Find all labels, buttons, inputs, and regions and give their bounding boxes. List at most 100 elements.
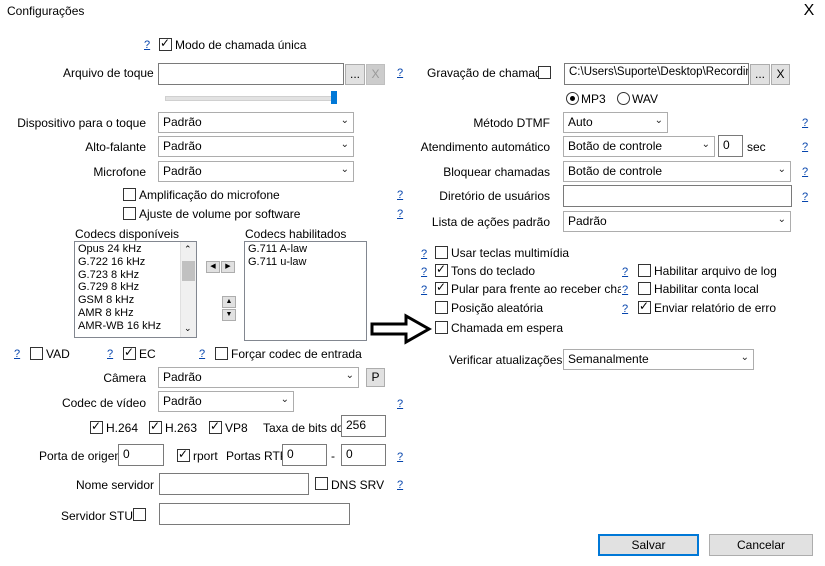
ec-label: EC: [139, 347, 156, 361]
list-item[interactable]: G.711 A-law: [248, 243, 363, 256]
auto-answer-select[interactable]: Botão de controle ⌄: [563, 136, 715, 157]
speaker-select[interactable]: Padrão ⌄: [158, 136, 354, 157]
rport-label: rport: [193, 449, 218, 463]
help-link[interactable]: ?: [802, 166, 808, 178]
check-updates-select[interactable]: Semanalmente ⌄: [563, 349, 754, 370]
server-name-input[interactable]: [159, 473, 309, 495]
recording-browse-button[interactable]: ...: [750, 64, 770, 85]
help-link[interactable]: ?: [199, 348, 205, 360]
list-item[interactable]: GSM 8 kHz: [78, 294, 193, 307]
call-waiting-checkbox[interactable]: [435, 321, 448, 334]
cancel-button[interactable]: Cancelar: [709, 534, 813, 556]
list-item[interactable]: Opus 24 kHz: [78, 243, 193, 256]
chevron-down-icon[interactable]: ⌄: [184, 322, 192, 335]
camera-label: Câmera: [103, 371, 146, 385]
keypad-tones-label: Tons do teclado: [451, 264, 536, 278]
help-link[interactable]: ?: [397, 398, 403, 410]
force-codec-checkbox[interactable]: [215, 347, 228, 360]
help-link[interactable]: ?: [421, 266, 427, 278]
playback-device-select[interactable]: Padrão ⌄: [158, 112, 354, 133]
slider-thumb[interactable]: [331, 91, 337, 104]
video-codec-select[interactable]: Padrão ⌄: [158, 391, 294, 412]
list-item[interactable]: G.711 u-law: [248, 256, 363, 269]
user-directory-input[interactable]: [563, 185, 792, 207]
bitrate-input[interactable]: 256: [341, 415, 386, 437]
enable-local-account-checkbox[interactable]: [638, 282, 651, 295]
recording-clear-button[interactable]: X: [771, 64, 790, 85]
list-item[interactable]: G.722 16 kHz: [78, 256, 193, 269]
ringtone-input[interactable]: [158, 63, 344, 85]
close-button[interactable]: X: [798, 2, 820, 20]
random-position-label: Posição aleatória: [451, 301, 544, 315]
recording-checkbox[interactable]: [538, 66, 551, 79]
move-left-button[interactable]: ◀: [206, 261, 220, 273]
help-link[interactable]: ?: [397, 208, 403, 220]
software-volume-checkbox[interactable]: [123, 207, 136, 220]
send-error-report-checkbox[interactable]: [638, 299, 651, 314]
help-link[interactable]: ?: [802, 117, 808, 129]
stun-server-input[interactable]: [159, 503, 350, 525]
mp3-radio[interactable]: [566, 92, 579, 105]
skip-on-answer-checkbox[interactable]: [435, 280, 448, 295]
move-right-button[interactable]: ▶: [221, 261, 235, 273]
help-link[interactable]: ?: [397, 67, 403, 79]
list-item[interactable]: G.729 8 kHz: [78, 281, 193, 294]
chevron-up-icon[interactable]: ⌃: [184, 243, 192, 256]
codecs-available-list[interactable]: Opus 24 kHz G.722 16 kHz G.723 8 kHz G.7…: [74, 241, 197, 338]
codecs-available-label: Codecs disponíveis: [75, 227, 180, 241]
help-link[interactable]: ?: [397, 189, 403, 201]
ringtone-volume-slider[interactable]: [165, 96, 337, 101]
mic-amplification-checkbox[interactable]: [123, 188, 136, 201]
block-calls-select[interactable]: Botão de controle ⌄: [563, 161, 791, 182]
help-link[interactable]: ?: [144, 39, 150, 51]
source-port-input[interactable]: 0: [118, 444, 164, 466]
dtmf-select[interactable]: Auto ⌄: [563, 112, 668, 133]
h263-checkbox[interactable]: [149, 419, 162, 434]
help-link[interactable]: ?: [622, 266, 628, 278]
enable-log-checkbox[interactable]: [638, 264, 651, 277]
vad-checkbox[interactable]: [30, 347, 43, 360]
scrollbar-thumb[interactable]: [182, 261, 195, 281]
wav-label: WAV: [632, 92, 658, 106]
stun-server-checkbox[interactable]: [133, 508, 146, 521]
ringtone-browse-button[interactable]: ...: [345, 64, 365, 85]
help-link[interactable]: ?: [622, 284, 628, 296]
default-actions-select[interactable]: Padrão ⌄: [563, 211, 791, 232]
rport-checkbox[interactable]: [177, 447, 190, 462]
help-link[interactable]: ?: [421, 284, 427, 296]
auto-answer-seconds-input[interactable]: 0: [718, 135, 743, 157]
help-link[interactable]: ?: [397, 451, 403, 463]
multimedia-keys-checkbox[interactable]: [435, 246, 448, 259]
help-link[interactable]: ?: [802, 141, 808, 153]
help-link[interactable]: ?: [421, 248, 427, 260]
list-item[interactable]: AMR 8 kHz: [78, 307, 193, 320]
vp8-checkbox[interactable]: [209, 419, 222, 434]
rtp-port-to-input[interactable]: 0: [341, 444, 386, 466]
list-item[interactable]: G.723 8 kHz: [78, 269, 193, 282]
ringtone-clear-button[interactable]: X: [366, 64, 385, 85]
help-link[interactable]: ?: [622, 303, 628, 315]
codecs-enabled-list[interactable]: G.711 A-law G.711 u-law: [244, 241, 367, 341]
move-up-button[interactable]: ▲: [222, 296, 236, 308]
recording-path-input[interactable]: C:\Users\Suporte\Desktop\Recording: [564, 63, 749, 85]
help-link[interactable]: ?: [14, 348, 20, 360]
wav-radio[interactable]: [617, 92, 630, 105]
keypad-tones-checkbox[interactable]: [435, 262, 448, 277]
ec-checkbox[interactable]: [123, 345, 136, 360]
dns-srv-checkbox[interactable]: [315, 477, 328, 490]
save-button[interactable]: Salvar: [598, 534, 699, 556]
rtp-port-from-input[interactable]: 0: [282, 444, 327, 466]
help-link[interactable]: ?: [107, 348, 113, 360]
camera-select[interactable]: Padrão ⌄: [158, 367, 359, 388]
microphone-select[interactable]: Padrão ⌄: [158, 161, 354, 182]
help-link[interactable]: ?: [397, 479, 403, 491]
single-call-mode-checkbox[interactable]: [159, 36, 172, 51]
list-item[interactable]: AMR-WB 16 kHz: [78, 320, 193, 333]
vad-label: VAD: [46, 347, 70, 361]
scrollbar[interactable]: ⌃ ⌄: [180, 242, 196, 337]
h264-checkbox[interactable]: [90, 419, 103, 434]
camera-preview-button[interactable]: P: [366, 368, 385, 387]
help-link[interactable]: ?: [802, 191, 808, 203]
move-down-button[interactable]: ▼: [222, 309, 236, 321]
random-position-checkbox[interactable]: [435, 301, 448, 314]
